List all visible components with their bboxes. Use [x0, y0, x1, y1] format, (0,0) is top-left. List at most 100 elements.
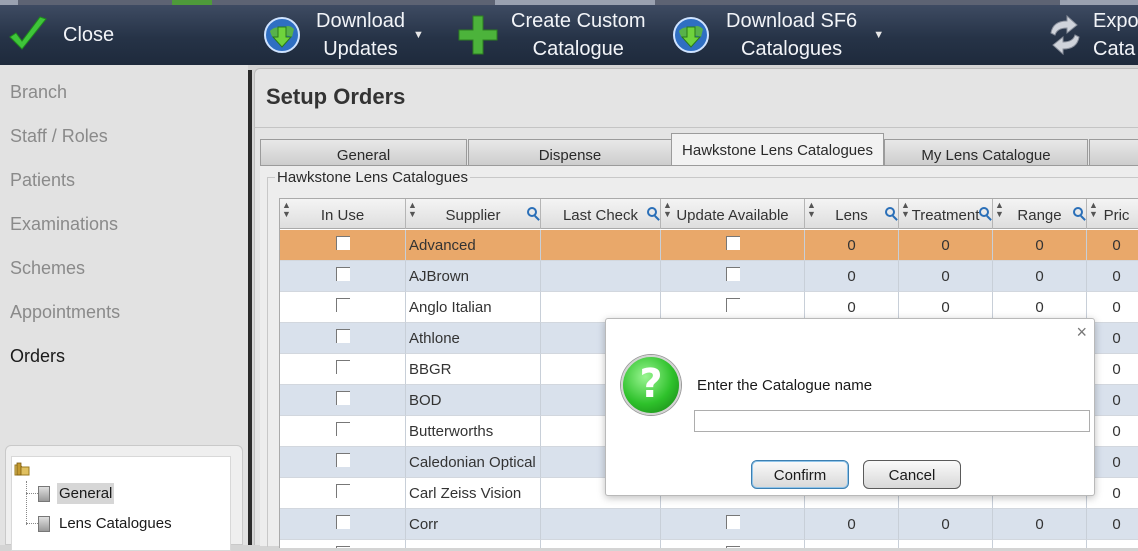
cell-inuse — [280, 478, 406, 509]
cell-range: 0 — [993, 230, 1087, 261]
checkbox[interactable] — [335, 236, 350, 251]
catalogue-name-dialog: × ? Enter the Catalogue name Confirm Can… — [605, 318, 1095, 496]
checkbox[interactable] — [335, 329, 350, 344]
checkbox[interactable] — [725, 267, 740, 282]
cell-value: Caledonian Optical — [409, 454, 536, 471]
chevron-down-icon[interactable]: ▼ — [413, 29, 424, 41]
column-header-lens[interactable]: ▲ ▼ Lens — [805, 199, 899, 229]
sort-arrows-icon[interactable]: ▲ ▼ — [282, 201, 291, 219]
checkbox[interactable] — [725, 515, 740, 530]
sort-arrows-icon[interactable]: ▲ ▼ — [901, 201, 910, 219]
dialog-message: Enter the Catalogue name — [697, 377, 873, 394]
checkbox[interactable] — [335, 267, 350, 282]
cell-update — [661, 261, 805, 292]
checkbox[interactable] — [335, 422, 350, 437]
search-filter-icon[interactable] — [1073, 207, 1083, 217]
tab-my-lens-catalogue[interactable]: My Lens Catalogue — [884, 139, 1088, 165]
cell-value: 0 — [1112, 361, 1121, 378]
search-filter-icon[interactable] — [527, 207, 537, 217]
tree-item-general[interactable]: General — [57, 483, 115, 504]
export-catalogue-button[interactable]: Expo Cata — [1045, 5, 1138, 65]
checkbox[interactable] — [335, 453, 350, 468]
column-header-last-check[interactable]: Last Check — [541, 199, 661, 229]
search-filter-icon[interactable] — [979, 207, 989, 217]
confirm-button[interactable]: Confirm — [751, 460, 849, 489]
checkbox[interactable] — [335, 484, 350, 499]
checkbox[interactable] — [725, 236, 740, 251]
tab-general[interactable]: General — [260, 139, 467, 165]
cell-value: 0 — [941, 299, 950, 316]
chevron-down-icon[interactable]: ▼ — [873, 29, 884, 41]
cell-value: 0 — [1112, 485, 1121, 502]
cell-value: Athlone — [409, 330, 460, 347]
cell-inuse — [280, 447, 406, 478]
group-label: Hawkstone Lens Catalogues — [275, 169, 470, 186]
download-sf6-line2: Catalogues — [741, 38, 843, 60]
sort-arrows-icon[interactable]: ▲ ▼ — [1089, 201, 1098, 219]
create-custom-catalogue-button[interactable]: Create Custom Catalogue — [457, 5, 646, 65]
sidebar-item-branch[interactable]: Branch — [10, 82, 67, 103]
cell-price: 0 — [1087, 261, 1138, 292]
column-header-update-available[interactable]: ▲ ▼ Update Available — [661, 199, 805, 229]
checkbox[interactable] — [725, 298, 740, 313]
table-row[interactable] — [280, 540, 1138, 548]
sort-arrows-icon[interactable]: ▲ ▼ — [807, 201, 816, 219]
checkbox[interactable] — [335, 298, 350, 313]
plus-icon — [458, 15, 498, 55]
cell-value: 0 — [1112, 454, 1121, 471]
column-label: Lens — [835, 207, 868, 224]
column-header-range[interactable]: ▲ ▼ Range — [993, 199, 1087, 229]
cancel-button[interactable]: Cancel — [863, 460, 961, 489]
download-updates-button[interactable]: Download Updates ▼ — [262, 5, 424, 65]
cell-price: 0 — [1087, 292, 1138, 323]
column-header-in-use[interactable]: ▲ ▼ In Use — [280, 199, 406, 229]
tree-item-lens-catalogues[interactable]: Lens Catalogues — [57, 513, 174, 534]
checkbox[interactable] — [335, 360, 350, 375]
cell-treatment: 0 — [899, 230, 993, 261]
cell-price: 0 — [1087, 509, 1138, 540]
folder-icon[interactable] — [14, 461, 30, 477]
cell-inuse — [280, 354, 406, 385]
download-sf6-catalogues-button[interactable]: Download SF6 Catalogues ▼ — [671, 5, 884, 65]
search-filter-icon[interactable] — [885, 207, 895, 217]
checkbox[interactable] — [335, 515, 350, 530]
create-custom-line2: Catalogue — [532, 38, 624, 60]
tab-bar: General Dispense Hawkstone Lens Catalogu… — [260, 133, 1138, 165]
sidebar-item-patients[interactable]: Patients — [10, 170, 75, 191]
cell-inuse — [280, 540, 406, 548]
cell-value: 0 — [1035, 268, 1044, 285]
sidebar-item-examinations[interactable]: Examinations — [10, 214, 118, 235]
sort-arrows-icon[interactable]: ▲ ▼ — [408, 201, 417, 219]
checkbox[interactable] — [725, 546, 740, 548]
sidebar-item-orders[interactable]: Orders — [10, 346, 65, 367]
cell-supplier: Butterworths — [406, 416, 541, 447]
table-row[interactable]: AJBrown 0 0 0 0 — [280, 261, 1138, 292]
tab-hawkstone-lens-catalogues[interactable]: Hawkstone Lens Catalogues — [671, 133, 884, 165]
search-filter-icon[interactable] — [647, 207, 657, 217]
checkbox[interactable] — [335, 391, 350, 406]
tab-more[interactable] — [1089, 139, 1138, 165]
sidebar-item-schemes[interactable]: Schemes — [10, 258, 85, 279]
sidebar-item-appointments[interactable]: Appointments — [10, 302, 120, 323]
close-button[interactable]: Close — [6, 5, 114, 65]
column-header-price[interactable]: ▲ ▼ Pric — [1087, 199, 1138, 229]
cell-value: Corr — [409, 516, 439, 533]
download-sf6-line1: Download SF6 — [726, 10, 858, 32]
column-header-supplier[interactable]: ▲ ▼ Supplier — [406, 199, 541, 229]
cell-supplier: Carl Zeiss Vision — [406, 478, 541, 509]
cell-lens: 0 — [805, 230, 899, 261]
panel-splitter[interactable] — [248, 70, 252, 545]
table-row[interactable]: Corr 0 0 0 0 — [280, 509, 1138, 540]
tab-dispense[interactable]: Dispense — [468, 139, 672, 165]
table-row[interactable]: Advanced 0 0 0 0 — [280, 230, 1138, 261]
catalogue-name-input[interactable] — [694, 410, 1090, 432]
checkbox[interactable] — [335, 546, 350, 548]
sort-arrows-icon[interactable]: ▲ ▼ — [995, 201, 1004, 219]
cell-lens: 0 — [805, 261, 899, 292]
divider — [255, 127, 1138, 128]
close-icon[interactable]: × — [1076, 322, 1087, 343]
sidebar-item-staff-roles[interactable]: Staff / Roles — [10, 126, 108, 147]
document-icon — [38, 486, 50, 502]
column-header-treatment[interactable]: ▲ ▼ Treatment — [899, 199, 993, 229]
sort-arrows-icon[interactable]: ▲ ▼ — [663, 201, 672, 219]
